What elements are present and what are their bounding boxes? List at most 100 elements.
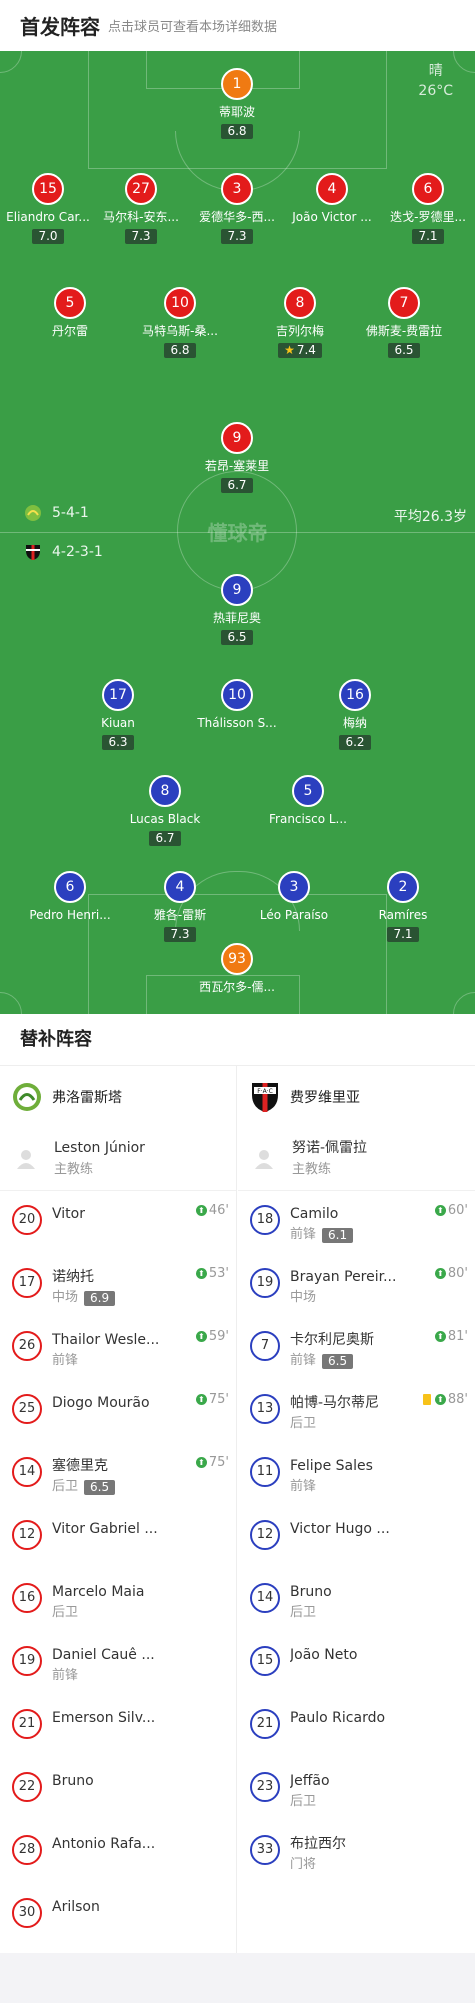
home-player[interactable]: 6 迭戈-罗德里... 7.1 [373,173,475,244]
subs-title: 替补阵容 [0,1014,475,1066]
away-player[interactable]: 9 热菲尼奥 6.5 [182,574,292,645]
player-rating: 7.0 [32,229,64,244]
sub-on-info: ⬆ 46' [195,1203,229,1218]
player-name: 梅纳 [342,716,367,730]
sub-on-icon: ⬆ [195,1205,207,1216]
jersey-number: 10 [164,287,196,319]
jersey-number: 3 [221,173,253,205]
away-player[interactable]: 5 Francisco L... [253,775,363,827]
sub-player-row[interactable]: 21 Paulo Ricardo [238,1695,475,1758]
jersey-number: 1 [221,68,253,100]
home-player[interactable]: 7 佛斯麦-费雷拉 6.5 [349,287,459,358]
coach-name: 努诺-佩雷拉 [292,1140,368,1156]
sub-player-row[interactable]: 20 Vitor ⬆ 46' [0,1191,236,1254]
sub-on-info: ⬆ 60' [434,1203,468,1218]
lineup-subtitle: 点击球员可查看本场详细数据 [108,20,278,35]
home-coach[interactable]: Leston Júnior 主教练 [0,1128,236,1191]
player-rating: 6.2 [339,735,371,750]
sub-player-row[interactable]: 7 卡尔利尼奥斯 前锋 6.5 ⬆ 81' [238,1317,475,1380]
away-player[interactable]: 8 Lucas Black 6.7 [110,775,220,846]
sub-on-info: ⬆ 80' [434,1266,468,1281]
player-rating: 6.3 [102,735,134,750]
away-player[interactable]: 2 Ramíres 7.1 [348,871,458,942]
player-rating: 6.8 [221,124,253,139]
away-player[interactable]: 17 Kiuan 6.3 [63,679,173,750]
home-player[interactable]: 8 吉列尔梅 7.4 [245,287,355,358]
home-player[interactable]: 9 若昂-塞莱里 6.7 [182,422,292,493]
jersey-number: 5 [54,287,86,319]
home-player[interactable]: 27 马尔科-安东... 7.3 [86,173,196,244]
player-name: Lucas Black [129,812,201,826]
jersey-number: 4 [316,173,348,205]
away-player[interactable]: 93 西瓦尔多-儒... [182,943,292,995]
sub-player-name: Arilson [52,1899,100,1915]
sub-player-row[interactable]: 22 Bruno [0,1758,236,1821]
sub-on-info: ⬆ 59' [195,1329,229,1344]
sub-player-row[interactable]: 19 Brayan Pereir... 中场 ⬆ 80' [238,1254,475,1317]
sub-on-time: 88' [447,1392,468,1407]
away-player[interactable]: 6 Pedro Henri... [15,871,125,923]
home-player[interactable]: 10 马特乌斯-桑... 6.8 [125,287,235,358]
sub-jersey-number: 12 [12,1520,42,1550]
sub-player-row[interactable]: 33 布拉西尔 门将 [238,1821,475,1884]
sub-player-rating: 6.5 [322,1353,354,1369]
home-subs-column: 弗洛雷斯塔 Leston Júnior 主教练 20 Vitor ⬆ 46' 17 诺纳托… [0,1066,237,1953]
sub-player-row[interactable]: 12 Victor Hugo ... [238,1506,475,1569]
player-name: 雅各-雷斯 [153,908,207,922]
sub-player-row[interactable]: 19 Daniel Cauê ... 前锋 [0,1632,236,1695]
sub-player-row[interactable]: 30 Arilson [0,1884,236,1947]
footer-spacer [0,1953,475,2003]
home-player[interactable]: 4 João Victor ... [277,173,387,225]
sub-player-row[interactable]: 18 Camilo 前锋 6.1 ⬆ 60' [238,1191,475,1254]
sub-player-row[interactable]: 21 Emerson Silv... [0,1695,236,1758]
sub-player-row[interactable]: 13 帕博-马尔蒂尼 后卫 ⬆ 88' [238,1380,475,1443]
sub-player-row[interactable]: 26 Thailor Wesle... 前锋 ⬆ 59' [0,1317,236,1380]
sub-player-row[interactable]: 28 Antonio Rafa... [0,1821,236,1884]
sub-player-row[interactable]: 11 Felipe Sales 前锋 [238,1443,475,1506]
sub-on-time: 59' [208,1329,229,1344]
away-coach[interactable]: 努诺-佩雷拉 主教练 [238,1128,475,1191]
away-player[interactable]: 16 梅纳 6.2 [300,679,410,750]
sub-player-row[interactable]: 23 Jeffão 后卫 [238,1758,475,1821]
sub-player-row[interactable]: 25 Diogo Mourão ⬆ 75' [0,1380,236,1443]
jersey-number: 8 [284,287,316,319]
away-player[interactable]: 10 Thálisson S... [182,679,292,731]
away-team-header[interactable]: F·A·C 费罗维里亚 [238,1066,475,1128]
sub-player-name: Daniel Cauê ... [52,1647,155,1663]
home-player[interactable]: 5 丹尔雷 [15,287,125,339]
sub-jersey-number: 7 [250,1331,280,1361]
jersey-number: 4 [164,871,196,903]
sub-player-row[interactable]: 14 Bruno 后卫 [238,1569,475,1632]
jersey-number: 7 [388,287,420,319]
temperature-text: 26°C [418,83,453,99]
away-formation-text: 4-2-3-1 [52,544,103,560]
home-player[interactable]: 3 爱德华多-西... 7.3 [182,173,292,244]
sub-player-row[interactable]: 14 塞德里克 后卫 6.5 ⬆ 75' [0,1443,236,1506]
sub-player-name: Paulo Ricardo [290,1710,386,1726]
sub-player-row[interactable]: 15 João Neto [238,1632,475,1695]
sub-player-name: Vitor [52,1206,85,1222]
sub-player-name: João Neto [290,1647,358,1663]
jersey-number: 6 [412,173,444,205]
home-player[interactable]: 1 蒂耶波 6.8 [182,68,292,139]
average-age: 平均26.3岁 [393,509,467,525]
sub-on-icon: ⬆ [434,1205,446,1216]
sub-player-row[interactable]: 12 Vitor Gabriel ... [0,1506,236,1569]
corner-arc [0,992,22,1014]
player-name: 迭戈-罗德里... [390,210,466,224]
player-rating: 7.1 [387,927,419,942]
sub-player-position: 后卫 [290,1794,317,1809]
sub-player-row[interactable]: 17 诺纳托 中场 6.9 ⬆ 53' [0,1254,236,1317]
sub-player-row[interactable]: 16 Marcelo Maia 后卫 [0,1569,236,1632]
sub-jersey-number: 22 [12,1772,42,1802]
svg-text:F·A·C: F·A·C [257,1088,273,1095]
away-player[interactable]: 4 雅各-雷斯 7.3 [125,871,235,942]
home-team-header[interactable]: 弗洛雷斯塔 [0,1066,236,1128]
sub-player-rating: 6.9 [84,1290,116,1306]
away-player[interactable]: 3 Léo Paraíso [239,871,349,923]
away-formation: 4-2-3-1 [24,543,103,561]
home-formation: 5-4-1 [24,504,89,522]
sub-on-time: 80' [447,1266,468,1281]
sub-on-time: 75' [208,1455,229,1470]
sub-player-name: Vitor Gabriel ... [52,1521,158,1537]
